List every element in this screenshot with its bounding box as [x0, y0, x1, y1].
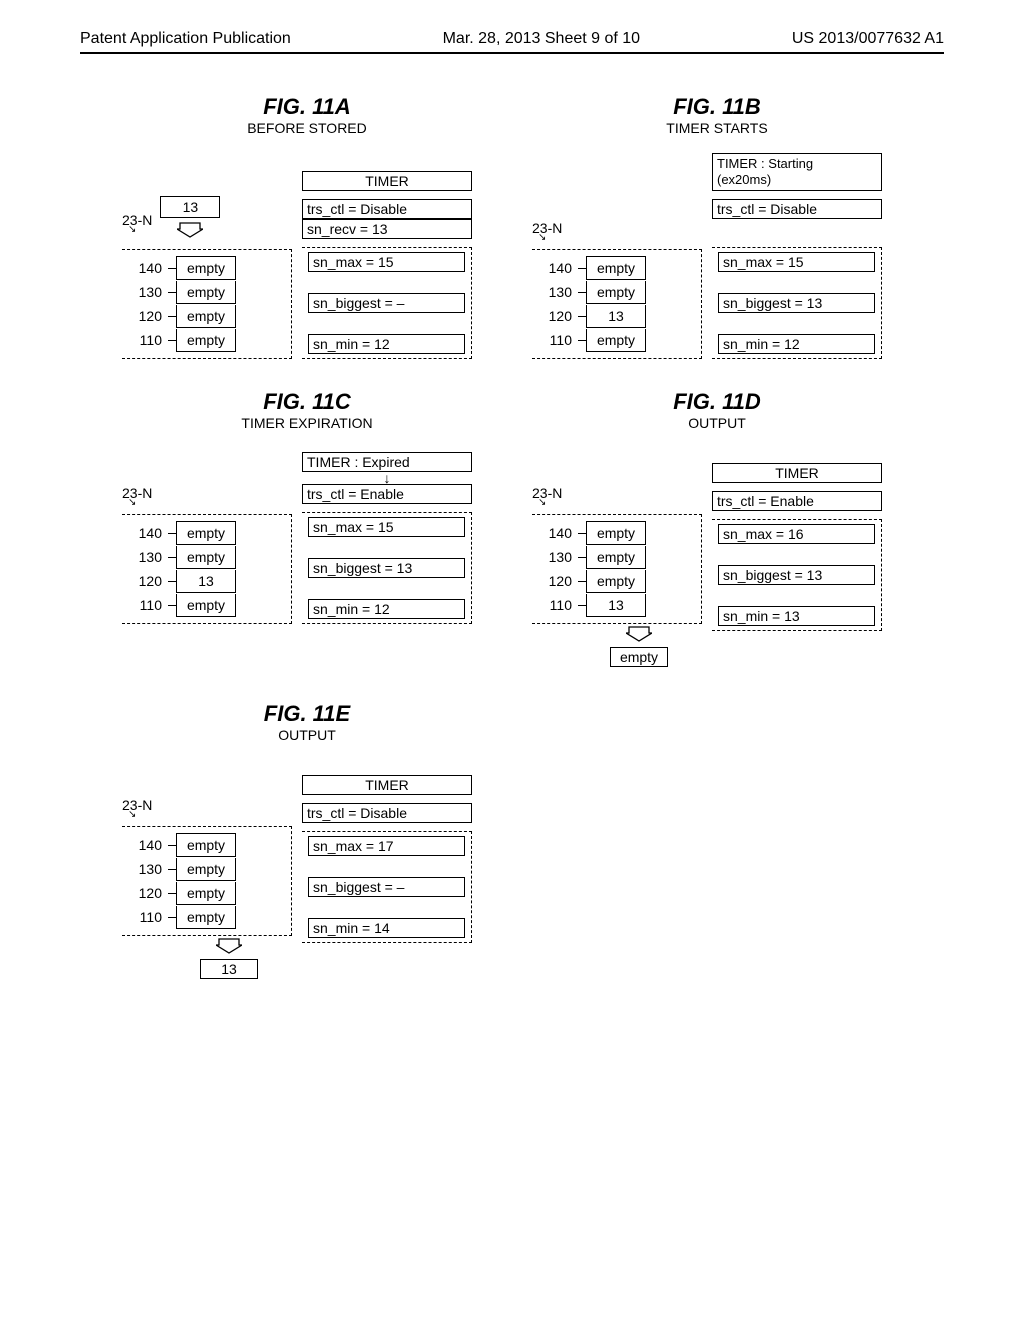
- timer-box: TIMER: [712, 463, 882, 483]
- output-packet: 13: [200, 959, 258, 979]
- arrow-down-icon: [200, 938, 258, 955]
- fig-subtitle: BEFORE STORED: [122, 120, 492, 136]
- figure-11a: FIG. 11A BEFORE STORED 23-N ↘ 13: [122, 94, 492, 359]
- sn-recv-box: sn_recv = 13: [302, 219, 472, 239]
- output-packet: empty: [610, 647, 668, 667]
- slot-110: empty: [176, 329, 236, 352]
- slot-140: empty: [176, 833, 236, 857]
- fig-title: FIG. 11B: [532, 94, 902, 120]
- timer-box: TIMER: [302, 171, 472, 191]
- page-header: Patent Application Publication Mar. 28, …: [80, 30, 944, 54]
- fig-title: FIG. 11E: [122, 701, 492, 727]
- queue-label: 23-N: [532, 485, 562, 501]
- slot-110: 13: [586, 594, 646, 617]
- figure-11c: FIG. 11C TIMER EXPIRATION 23-N ↘ 140empt…: [122, 389, 492, 671]
- trs-ctl-box: trs_ctl = Disable: [302, 199, 472, 219]
- slot-130: empty: [586, 281, 646, 304]
- sn-biggest-box: sn_biggest = –: [308, 877, 465, 897]
- arrow-down-icon: ↓: [302, 472, 472, 484]
- slot-110: empty: [176, 906, 236, 929]
- slot-140: empty: [586, 256, 646, 280]
- fig-subtitle: OUTPUT: [532, 415, 902, 431]
- slot-130: empty: [586, 546, 646, 569]
- slot-120: empty: [586, 570, 646, 593]
- fig-subtitle: OUTPUT: [122, 727, 492, 743]
- header-right: US 2013/0077632 A1: [792, 30, 944, 48]
- fig-title: FIG. 11A: [122, 94, 492, 120]
- addr-110: 110: [122, 332, 162, 348]
- queue-label: 23-N: [122, 212, 152, 228]
- sn-max-box: sn_max = 15: [308, 517, 465, 537]
- trs-ctl-box: trs_ctl = Disable: [302, 803, 472, 823]
- queue-label: 23-N: [122, 485, 152, 501]
- timer-box: TIMER: [302, 775, 472, 795]
- arrow-down-icon: [610, 626, 668, 643]
- sn-biggest-box: sn_biggest = 13: [718, 293, 875, 313]
- timer-box: TIMER : Expired: [302, 452, 472, 472]
- sn-biggest-box: sn_biggest = 13: [718, 565, 875, 585]
- slot-130: empty: [176, 281, 236, 304]
- slot-110: empty: [586, 329, 646, 352]
- queue-label: 23-N: [122, 797, 152, 813]
- header-left: Patent Application Publication: [80, 30, 291, 48]
- figure-11b: FIG. 11B TIMER STARTS 23-N ↘ 140empty 13…: [532, 94, 902, 359]
- addr-140: 140: [122, 260, 162, 276]
- slot-120: 13: [176, 570, 236, 593]
- input-packet: 13: [160, 196, 220, 218]
- sn-min-box: sn_min = 13: [718, 606, 875, 626]
- trs-ctl-box: trs_ctl = Disable: [712, 199, 882, 219]
- fig-subtitle: TIMER STARTS: [532, 120, 902, 136]
- sn-biggest-box: sn_biggest = 13: [308, 558, 465, 578]
- timer-box: TIMER : Starting(ex20ms): [712, 153, 882, 192]
- trs-ctl-box: trs_ctl = Enable: [712, 491, 882, 511]
- slot-120: empty: [176, 882, 236, 905]
- slot-140: empty: [586, 521, 646, 545]
- addr-130: 130: [122, 284, 162, 300]
- sn-max-box: sn_max = 16: [718, 524, 875, 544]
- sn-max-box: sn_max = 17: [308, 836, 465, 856]
- fig-subtitle: TIMER EXPIRATION: [122, 415, 492, 431]
- sn-min-box: sn_min = 14: [308, 918, 465, 938]
- trs-ctl-box: trs_ctl = Enable: [302, 484, 472, 504]
- figure-11d: FIG. 11D OUTPUT 23-N ↘ 140empty 130empty…: [532, 389, 902, 671]
- sn-max-box: sn_max = 15: [718, 252, 875, 272]
- slot-120: empty: [176, 305, 236, 328]
- slot-140: empty: [176, 521, 236, 545]
- sn-max-box: sn_max = 15: [308, 252, 465, 272]
- fig-title: FIG. 11C: [122, 389, 492, 415]
- sn-min-box: sn_min = 12: [308, 599, 465, 619]
- queue-label: 23-N: [532, 220, 562, 236]
- figure-11e: FIG. 11E OUTPUT 23-N ↘ 140empty 130empty…: [122, 701, 492, 983]
- slot-140: empty: [176, 256, 236, 280]
- slot-130: empty: [176, 546, 236, 569]
- sn-min-box: sn_min = 12: [718, 334, 875, 354]
- arrow-down-icon: [160, 222, 220, 239]
- sn-biggest-box: sn_biggest = –: [308, 293, 465, 313]
- sn-min-box: sn_min = 12: [308, 334, 465, 354]
- fig-title: FIG. 11D: [532, 389, 902, 415]
- slot-130: empty: [176, 858, 236, 881]
- slot-110: empty: [176, 594, 236, 617]
- header-mid: Mar. 28, 2013 Sheet 9 of 10: [443, 30, 640, 48]
- slot-120: 13: [586, 305, 646, 328]
- addr-120: 120: [122, 308, 162, 324]
